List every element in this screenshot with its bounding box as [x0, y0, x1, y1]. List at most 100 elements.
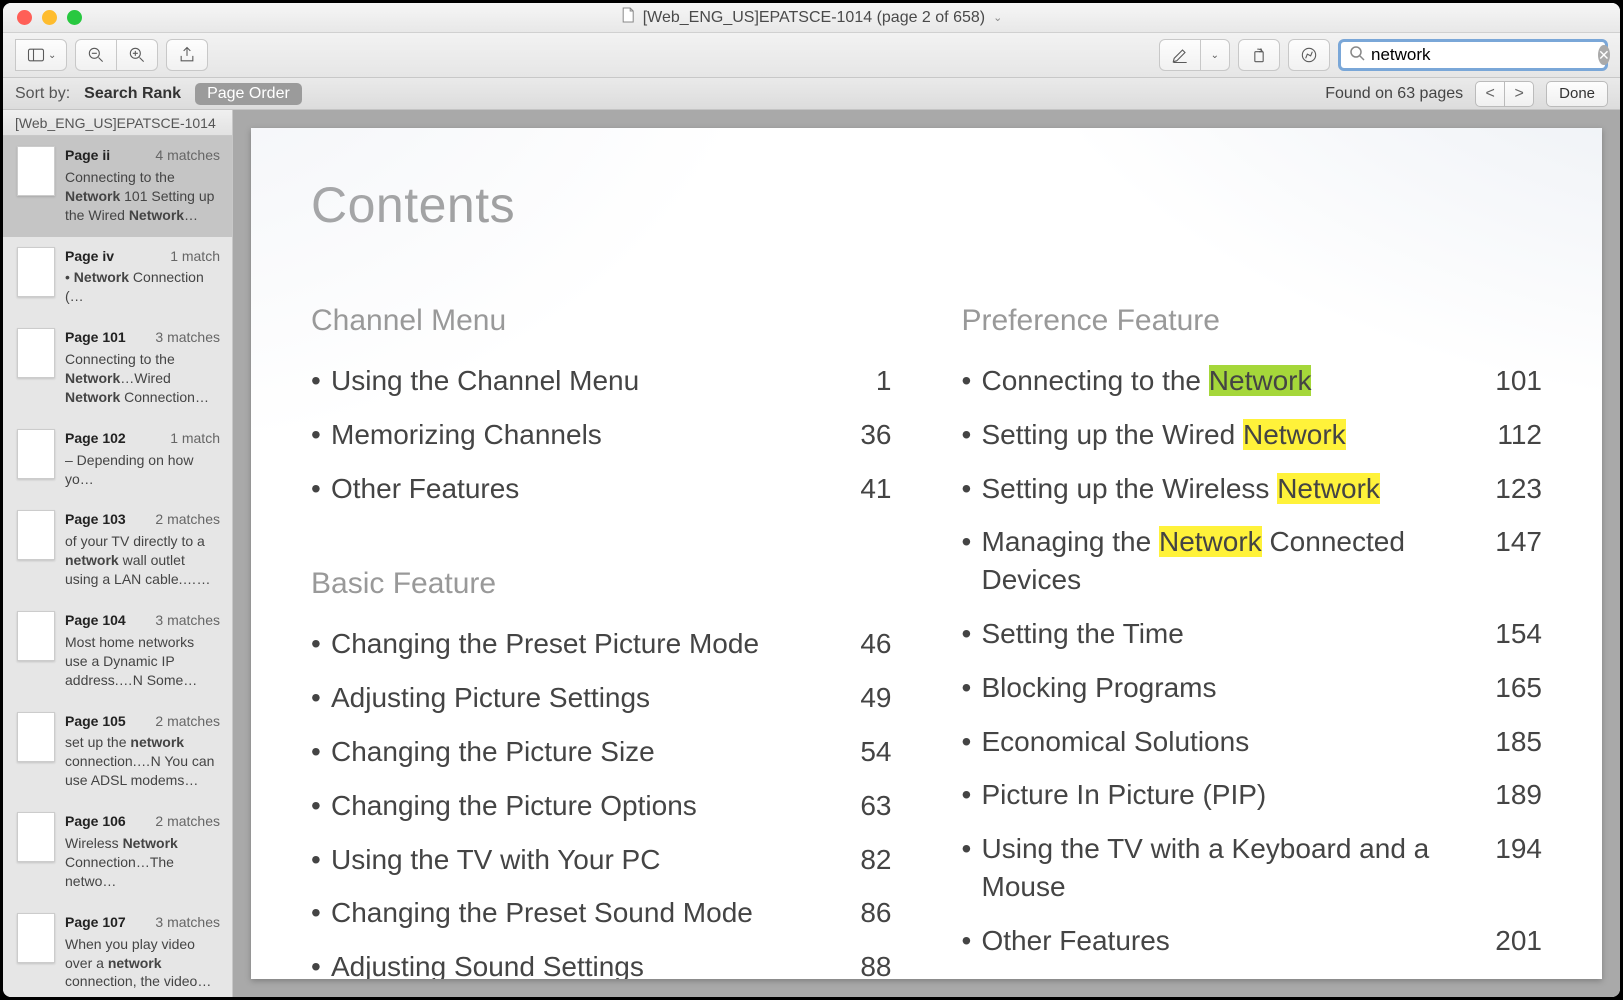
sort-search-rank-button[interactable]: Search Rank	[84, 85, 181, 103]
toc-item-page: 63	[832, 787, 892, 825]
toc-item-text: Memorizing Channels	[331, 416, 832, 454]
toc-item-page: 41	[832, 470, 892, 508]
toc-item[interactable]: •Adjusting Picture Settings49	[311, 679, 892, 717]
clear-search-button[interactable]: ✕	[1598, 45, 1610, 65]
toc-item[interactable]: •Changing the Preset Picture Mode46	[311, 625, 892, 663]
search-results-list[interactable]: Page ii4 matchesConnecting to the Networ…	[3, 136, 232, 997]
toc-item-page: 223	[1482, 976, 1542, 979]
search-result-item[interactable]: Page iv1 match• Network Connection (…	[3, 237, 232, 319]
toc-item-text: Changing the Picture Options	[331, 787, 832, 825]
toc-item-page: 46	[832, 625, 892, 663]
toc-item[interactable]: •Changing the Picture Size54	[311, 733, 892, 771]
toc-item[interactable]: •Adjusting Sound Settings88	[311, 948, 892, 979]
toc-item[interactable]: •Picture In Picture (PIP)189	[962, 776, 1543, 814]
toc-item[interactable]: •Other Features201	[962, 922, 1543, 960]
bullet-icon: •	[311, 733, 331, 771]
toc-item-text: Changing the Preset Sound Mode	[331, 894, 832, 932]
toc-item[interactable]: •Managing the Network Connected Devices1…	[962, 523, 1543, 599]
bullet-icon: •	[962, 416, 982, 454]
minimize-window-button[interactable]	[42, 10, 57, 25]
search-field[interactable]: ✕	[1338, 39, 1608, 71]
share-button[interactable]	[166, 39, 208, 71]
toc-item[interactable]: •Blocking Programs165	[962, 669, 1543, 707]
toc-item[interactable]: •Changing the Picture Options63	[311, 787, 892, 825]
markup-button[interactable]	[1288, 39, 1330, 71]
search-result-item[interactable]: Page 1062 matchesWireless Network Connec…	[3, 802, 232, 903]
search-result-item[interactable]: Page ii4 matchesConnecting to the Networ…	[3, 136, 232, 237]
rotate-button[interactable]	[1238, 39, 1280, 71]
toc-item[interactable]: •Other Features41	[311, 470, 892, 508]
pdf-page: Contents Channel Menu•Using the Channel …	[251, 128, 1602, 979]
result-match-count: 2 matches	[155, 712, 220, 731]
bullet-icon: •	[962, 922, 982, 960]
search-result-item[interactable]: Page 1043 matchesMost home networks use …	[3, 601, 232, 702]
search-result-item[interactable]: Page 1073 matchesWhen you play video ove…	[3, 903, 232, 997]
sort-page-order-button[interactable]: Page Order	[195, 83, 302, 105]
toc-item-page: 201	[1482, 922, 1542, 960]
toc-item-page: 147	[1482, 523, 1542, 599]
toc-item-page: 49	[832, 679, 892, 717]
toc-item[interactable]: •Support Menu223	[962, 976, 1543, 979]
toc-item-text: Economical Solutions	[982, 723, 1483, 761]
document-viewport[interactable]: Contents Channel Menu•Using the Channel …	[233, 110, 1620, 997]
bullet-icon: •	[962, 776, 982, 814]
toc-item[interactable]: •Connecting to the Network101	[962, 362, 1543, 400]
result-thumbnail	[17, 812, 55, 862]
toc-item[interactable]: •Setting the Time154	[962, 615, 1543, 653]
toc-item-text: Blocking Programs	[982, 669, 1483, 707]
preview-window: [Web_ENG_US]EPATSCE-1014 (page 2 of 658)…	[3, 3, 1620, 997]
zoom-window-button[interactable]	[67, 10, 82, 25]
bullet-icon: •	[311, 948, 331, 979]
search-result-item[interactable]: Page 1052 matchesset up the network conn…	[3, 702, 232, 803]
prev-result-button[interactable]: <	[1475, 81, 1505, 107]
result-snippet: Connecting to the Network 101 Setting up…	[65, 168, 220, 225]
search-input[interactable]	[1371, 45, 1592, 65]
toc-item[interactable]: •Setting up the Wired Network112	[962, 416, 1543, 454]
chevron-down-icon: ⌄	[48, 50, 56, 61]
result-thumbnail	[17, 913, 55, 963]
result-snippet: of your TV directly to a network wall ou…	[65, 532, 220, 589]
close-window-button[interactable]	[17, 10, 32, 25]
bullet-icon: •	[311, 362, 331, 400]
toc-item-text: Using the Channel Menu	[331, 362, 832, 400]
result-page-label: Page 103	[65, 510, 126, 529]
zoom-out-button[interactable]	[75, 39, 117, 71]
bullet-icon: •	[962, 362, 982, 400]
search-results-sidebar: [Web_ENG_US]EPATSCE-1014 Page ii4 matche…	[3, 110, 233, 997]
toc-item[interactable]: •Changing the Preset Sound Mode86	[311, 894, 892, 932]
bullet-icon: •	[962, 830, 982, 906]
highlight-menu-button[interactable]: ⌄	[1200, 39, 1230, 71]
result-thumbnail	[17, 247, 55, 297]
toc-item[interactable]: •Setting up the Wireless Network123	[962, 470, 1543, 508]
next-result-button[interactable]: >	[1504, 81, 1534, 107]
toc-item-page: 165	[1482, 669, 1542, 707]
highlight-button[interactable]	[1159, 39, 1201, 71]
toc-section: Preference Feature•Connecting to the Net…	[962, 304, 1543, 979]
toc-item-page: 1	[832, 362, 892, 400]
bullet-icon: •	[962, 723, 982, 761]
toc-item-text: Using the TV with a Keyboard and a Mouse	[982, 830, 1483, 906]
toc-item[interactable]: •Using the TV with Your PC82	[311, 841, 892, 879]
search-result-item[interactable]: Page 1032 matchesof your TV directly to …	[3, 500, 232, 601]
sidebar-toggle-button[interactable]: ⌄	[15, 39, 67, 71]
toc-item[interactable]: •Economical Solutions185	[962, 723, 1543, 761]
toc-item[interactable]: •Memorizing Channels36	[311, 416, 892, 454]
search-result-item[interactable]: Page 1021 match– Depending on how yo…	[3, 419, 232, 501]
bullet-icon: •	[311, 679, 331, 717]
search-result-item[interactable]: Page 1013 matchesConnecting to the Netwo…	[3, 318, 232, 419]
toc-item[interactable]: •Using the Channel Menu1	[311, 362, 892, 400]
toc-item-text: Setting up the Wired Network	[982, 416, 1483, 454]
toolbar: ⌄ ⌄	[3, 33, 1620, 78]
toc-item-text: Managing the Network Connected Devices	[982, 523, 1483, 599]
result-page-label: Page iv	[65, 247, 114, 266]
result-snippet: Connecting to the Network…Wired Network …	[65, 350, 220, 407]
toc-section: Basic Feature•Changing the Preset Pictur…	[311, 567, 892, 979]
window-title[interactable]: [Web_ENG_US]EPATSCE-1014 (page 2 of 658)…	[621, 7, 1003, 28]
done-button[interactable]: Done	[1546, 81, 1608, 107]
toc-item[interactable]: •Using the TV with a Keyboard and a Mous…	[962, 830, 1543, 906]
toc-item-text: Support Menu	[982, 976, 1483, 979]
toc-item-page: 185	[1482, 723, 1542, 761]
zoom-in-button[interactable]	[116, 39, 158, 71]
search-highlight: Network	[1209, 365, 1312, 396]
found-count-label: Found on 63 pages	[1325, 85, 1463, 103]
